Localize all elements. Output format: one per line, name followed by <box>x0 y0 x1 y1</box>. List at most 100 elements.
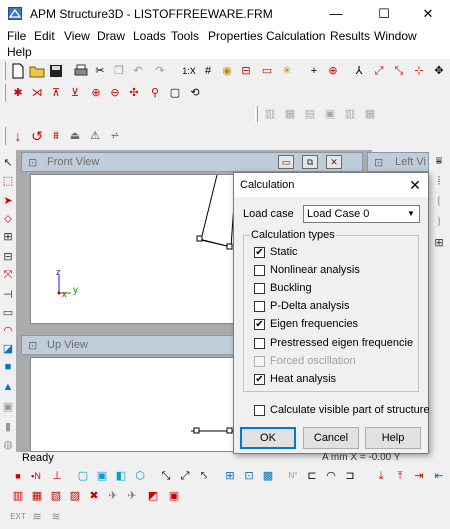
cylinder-tool-icon[interactable]: ▮ <box>0 418 16 436</box>
heat-checkbox[interactable]: ✔ <box>254 374 265 385</box>
menu-loads[interactable]: Loads <box>133 29 166 43</box>
palette-icon[interactable]: ◉ <box>218 62 236 80</box>
open-folder-icon[interactable] <box>28 62 46 80</box>
zoom-out-icon[interactable]: ⊖ <box>106 84 124 102</box>
release-icon[interactable]: ⊐ <box>341 467 359 485</box>
menu-help[interactable]: Help <box>7 45 32 59</box>
material-icon[interactable]: ▣ <box>165 487 183 505</box>
deform-icon[interactable]: ⦙ <box>430 172 448 190</box>
point-icon[interactable]: ■ <box>9 467 27 485</box>
scale-icon[interactable]: 1:X <box>180 62 198 80</box>
line-icon[interactable]: ⤡ <box>157 467 175 485</box>
load-side-icon[interactable]: ⇥ <box>410 467 428 485</box>
select-plate-icon[interactable]: ⊼ <box>47 84 65 102</box>
ok-button[interactable]: OK <box>240 427 296 449</box>
node-marker[interactable] <box>196 235 203 242</box>
weight-icon[interactable]: ⏏ <box>66 127 84 145</box>
toolbar-grip[interactable] <box>255 106 258 122</box>
menu-view[interactable]: View <box>64 29 90 43</box>
layer-4-icon[interactable]: ▣ <box>321 105 339 123</box>
arc-tool-icon[interactable]: ◠ <box>0 322 16 340</box>
beam-tool-icon[interactable]: ⊞ <box>0 228 16 246</box>
arc-icon[interactable]: ◠ <box>322 467 340 485</box>
undo-icon[interactable]: ↶ <box>129 62 147 80</box>
buckling-checkbox[interactable] <box>254 283 265 294</box>
dialog-close-button[interactable]: ✕ <box>404 175 426 195</box>
measure-icon[interactable]: ▭ <box>258 62 276 80</box>
rotate-icon[interactable]: ⟲ <box>186 84 204 102</box>
toolbar-grip[interactable] <box>3 84 6 102</box>
solid-tool-icon[interactable]: ◪ <box>0 340 16 358</box>
node-marker[interactable] <box>193 427 200 434</box>
select-cursor-icon[interactable]: ➤ <box>0 192 16 210</box>
export-icon[interactable]: ⇤ <box>430 467 448 485</box>
hinge-4-icon[interactable]: ▨ <box>66 487 84 505</box>
maximize-button[interactable]: ☐ <box>361 0 407 27</box>
force-icon[interactable]: ↓ <box>9 127 27 145</box>
visible-part-checkbox[interactable] <box>254 405 265 416</box>
child-close-button[interactable]: ✕ <box>326 155 342 169</box>
node-icon[interactable]: ⅄ <box>350 62 368 80</box>
menu-edit[interactable]: Edit <box>34 29 55 43</box>
hinge-icon[interactable]: ⊹ <box>410 62 428 80</box>
diagram-icon[interactable]: ⦗ <box>430 192 448 210</box>
left-view-titlebar[interactable]: ⊡ Left Vi <box>367 152 429 172</box>
cancel-button[interactable]: Cancel <box>303 427 359 449</box>
load-up-icon[interactable]: ⤒ <box>391 467 409 485</box>
property-icon[interactable]: ◩ <box>144 487 162 505</box>
node-number-icon[interactable]: N° <box>284 467 302 485</box>
hinge-1-icon[interactable]: ▥ <box>9 487 27 505</box>
plate-tool-icon[interactable]: ▭ <box>0 304 16 322</box>
child-restore-button[interactable]: ⧉ <box>302 155 318 169</box>
target-icon[interactable]: ⊕ <box>324 62 342 80</box>
eigen-checkbox[interactable]: ✔ <box>254 319 265 330</box>
pdelta-checkbox[interactable] <box>254 301 265 312</box>
axis-node-icon[interactable]: ⊥ <box>48 467 66 485</box>
copy-icon[interactable]: ❐ <box>110 62 128 80</box>
layer-1-icon[interactable]: ▥ <box>261 105 279 123</box>
extrude-ext-icon[interactable]: EXT <box>9 508 27 526</box>
constraint-icon[interactable]: ⊏ <box>303 467 321 485</box>
grid-icon[interactable]: # <box>199 62 217 80</box>
revolve-icon[interactable]: ≋ <box>47 508 65 526</box>
hinge-3-icon[interactable]: ▧ <box>47 487 65 505</box>
select-node-icon[interactable]: ✱ <box>9 84 27 102</box>
zoom-window-icon[interactable]: ✣ <box>125 84 143 102</box>
redo-icon[interactable]: ↷ <box>151 62 169 80</box>
member-icon[interactable]: ⤢ <box>370 62 388 80</box>
mesh-2-icon[interactable]: ⊡ <box>240 467 258 485</box>
ruler-icon[interactable]: ⊟ <box>237 62 255 80</box>
support-icon[interactable]: ⤡ <box>390 62 408 80</box>
distributed-load-icon[interactable]: ⩩ <box>47 127 65 145</box>
cut-icon[interactable]: ✂ <box>91 62 109 80</box>
extrude-tool-icon[interactable]: ⊣ <box>0 286 16 304</box>
select-all-icon[interactable]: ⊻ <box>66 84 84 102</box>
static-checkbox[interactable]: ✔ <box>254 247 265 258</box>
front-view-titlebar[interactable]: ⊡ Front View ▭ ⧉ ✕ <box>21 152 363 172</box>
toolbar-grip[interactable] <box>3 62 6 80</box>
mesh-1-icon[interactable]: ⊞ <box>221 467 239 485</box>
move-tool-icon[interactable]: ⤧ <box>0 266 16 284</box>
layer-3-icon[interactable]: ▤ <box>301 105 319 123</box>
box-tool-icon[interactable]: ▣ <box>0 398 16 416</box>
chevron-down-icon[interactable]: ▼ <box>407 209 415 218</box>
node-marker[interactable] <box>226 243 233 250</box>
node-tool-icon[interactable]: ⬦ <box>0 210 16 228</box>
prestressed-checkbox[interactable] <box>254 338 265 349</box>
menu-window[interactable]: Window <box>374 29 417 43</box>
snap-icon[interactable]: ✳ <box>278 62 296 80</box>
temperature-icon[interactable]: ⚠ <box>86 127 104 145</box>
save-icon[interactable] <box>47 62 65 80</box>
plate-view-icon[interactable]: ▢ <box>74 467 92 485</box>
node-marker[interactable] <box>226 427 233 434</box>
delete-icon[interactable]: ✖ <box>85 487 103 505</box>
moment-icon[interactable]: ↺ <box>28 127 46 145</box>
toolbar-grip[interactable] <box>3 127 6 145</box>
pointer-icon[interactable]: ↖ <box>0 154 16 172</box>
polyline-icon[interactable]: ⤢ <box>176 467 194 485</box>
menu-tools[interactable]: Tools <box>171 29 199 43</box>
sweep-icon[interactable]: ≋ <box>28 508 46 526</box>
dimension-icon[interactable]: ⤣ <box>195 467 213 485</box>
stress-icon[interactable]: ⩸ <box>430 152 448 170</box>
layer-6-icon[interactable]: ▦ <box>361 105 379 123</box>
